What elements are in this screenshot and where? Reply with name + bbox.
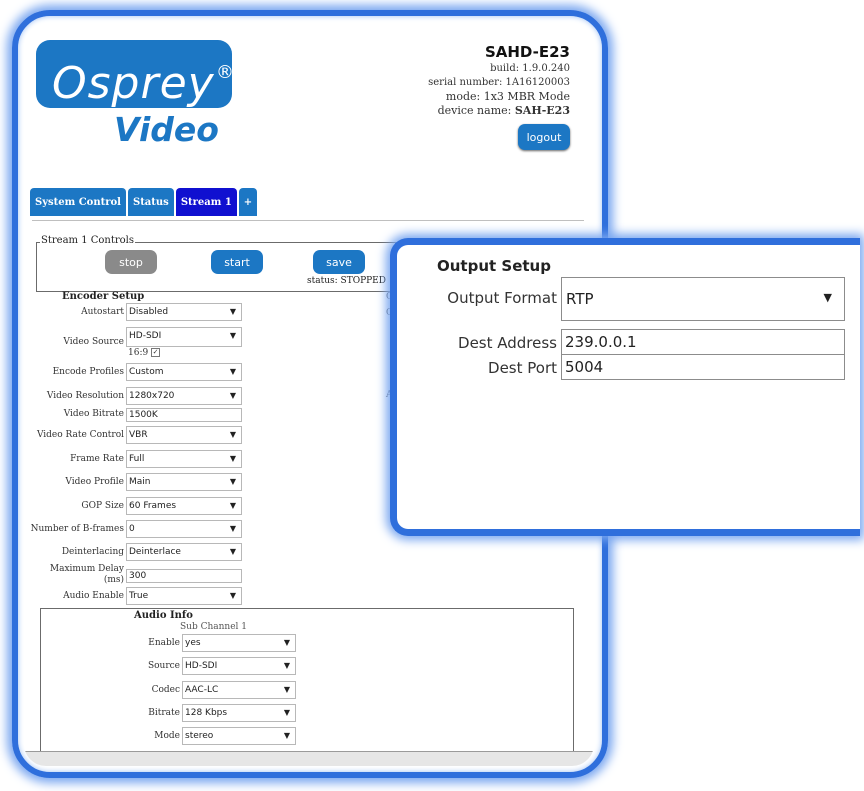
chevron-down-icon: ▼: [229, 547, 236, 556]
audio-codec-label: Codec: [151, 685, 180, 695]
audio-enable-select[interactable]: True ▼: [126, 587, 242, 605]
device-info: SAHD-E23 build: 1.9.0.240 serial number:…: [428, 42, 570, 118]
stream-status: status: STOPPED: [307, 276, 386, 286]
audio-enable-label: Audio Enable: [63, 591, 124, 601]
video-bitrate-label: Video Bitrate: [63, 409, 124, 419]
audio-info-title: Audio Info: [134, 610, 193, 621]
output-setup-zoom: Output Setup Output Format RTP ▼ Dest Ad…: [390, 238, 860, 536]
audio-enable-field-select[interactable]: yes ▼: [182, 634, 296, 652]
logo-word: Osprey: [52, 58, 215, 109]
dest-port-input[interactable]: 5004: [561, 354, 845, 380]
device-name-value: SAH-E23: [514, 104, 570, 117]
logo-subtitle: Video: [114, 110, 219, 149]
device-build: build: 1.9.0.240: [490, 63, 570, 74]
audio-source-label: Source: [147, 661, 180, 671]
dest-address-input[interactable]: 239.0.0.1: [561, 329, 845, 355]
save-button[interactable]: save: [313, 250, 365, 274]
chevron-down-icon: ▼: [229, 331, 236, 340]
output-format-label: Output Format: [447, 289, 557, 307]
video-source-label: Video Source: [63, 337, 124, 347]
device-name-label: device name:: [437, 104, 515, 117]
audio-bitrate-label: Bitrate: [148, 708, 180, 718]
video-source-select[interactable]: HD-SDI ▼: [126, 327, 242, 347]
chevron-down-icon: ▼: [229, 307, 236, 316]
logo-registered-mark: ®: [216, 62, 234, 83]
video-resolution-label: Video Resolution: [46, 391, 124, 401]
chevron-down-icon: ▼: [283, 661, 290, 670]
osprey-logo: Osprey ®: [36, 40, 234, 109]
max-delay-input[interactable]: 300: [126, 569, 242, 583]
aspect-16-9: 16:9 ✓: [128, 348, 161, 358]
chevron-down-icon: ▼: [229, 591, 236, 600]
deinterlacing-select[interactable]: Deinterlace ▼: [126, 543, 242, 561]
video-rate-control-label: Video Rate Control: [36, 430, 124, 440]
video-rate-control-select[interactable]: VBR ▼: [126, 426, 242, 444]
b-frames-select[interactable]: 0 ▼: [126, 520, 242, 538]
chevron-down-icon: ▼: [229, 367, 236, 376]
chevron-down-icon: ▼: [283, 638, 290, 647]
audio-enable-field-label: Enable: [148, 638, 180, 648]
device-serial: serial number: 1A16120003: [428, 77, 570, 88]
video-bitrate-input[interactable]: 1500K: [126, 408, 242, 422]
encoder-setup-title: Encoder Setup: [62, 291, 145, 302]
chevron-down-icon: ▼: [283, 685, 290, 694]
tab-stream-1[interactable]: Stream 1: [175, 188, 237, 216]
chevron-down-icon: ▼: [823, 291, 832, 304]
tab-bar: System Control Status Stream 1 +: [30, 188, 258, 216]
max-delay-label: Maximum Delay (ms): [49, 564, 124, 585]
tab-add[interactable]: +: [238, 188, 258, 216]
audio-codec-select[interactable]: AAC-LC ▼: [182, 681, 296, 699]
chevron-down-icon: ▼: [229, 501, 236, 510]
tab-system-control[interactable]: System Control: [30, 188, 126, 216]
chevron-down-icon: ▼: [229, 391, 236, 400]
audio-bitrate-select[interactable]: 128 Kbps ▼: [182, 704, 296, 722]
logout-button[interactable]: logout: [518, 124, 570, 150]
autostart-label: Autostart: [81, 307, 124, 317]
audio-mode-label: Mode: [154, 731, 180, 741]
tab-status[interactable]: Status: [127, 188, 174, 216]
chevron-down-icon: ▼: [283, 731, 290, 740]
dest-port-label: Dest Port: [488, 359, 557, 377]
video-profile-label: Video Profile: [65, 477, 124, 487]
autostart-select[interactable]: Disabled ▼: [126, 303, 242, 321]
device-model: SAHD-E23: [484, 43, 570, 61]
frame-rate-label: Frame Rate: [70, 454, 124, 464]
deinterlacing-label: Deinterlacing: [61, 547, 124, 557]
device-name-row: device name: SAH-E23: [428, 104, 570, 118]
device-mode: mode: 1x3 MBR Mode: [445, 90, 570, 103]
audio-mode-select[interactable]: stereo ▼: [182, 727, 296, 745]
chevron-down-icon: ▼: [229, 477, 236, 486]
dest-address-label: Dest Address: [458, 334, 557, 352]
chevron-down-icon: ▼: [229, 430, 236, 439]
b-frames-label: Number of B-frames: [30, 524, 124, 534]
video-profile-select[interactable]: Main ▼: [126, 473, 242, 491]
output-setup-title: Output Setup: [437, 257, 551, 275]
checkbox-checked-icon[interactable]: ✓: [151, 348, 161, 357]
chevron-down-icon: ▼: [283, 708, 290, 717]
gop-size-label: GOP Size: [81, 501, 124, 511]
chevron-down-icon: ▼: [229, 454, 236, 463]
frame-rate-select[interactable]: Full ▼: [126, 450, 242, 468]
audio-source-select[interactable]: HD-SDI ▼: [182, 657, 296, 675]
sub-channel-label: Sub Channel 1: [180, 622, 248, 632]
chevron-down-icon: ▼: [229, 524, 236, 533]
start-button[interactable]: start: [211, 250, 263, 274]
stream-controls-legend: Stream 1 Controls: [40, 235, 135, 246]
video-resolution-select[interactable]: 1280x720 ▼: [126, 387, 242, 405]
encode-profiles-label: Encode Profiles: [52, 367, 124, 377]
gop-size-select[interactable]: 60 Frames ▼: [126, 497, 242, 515]
encode-profiles-select[interactable]: Custom ▼: [126, 363, 242, 381]
stop-button[interactable]: stop: [105, 250, 157, 274]
output-format-select[interactable]: RTP ▼: [561, 277, 845, 321]
